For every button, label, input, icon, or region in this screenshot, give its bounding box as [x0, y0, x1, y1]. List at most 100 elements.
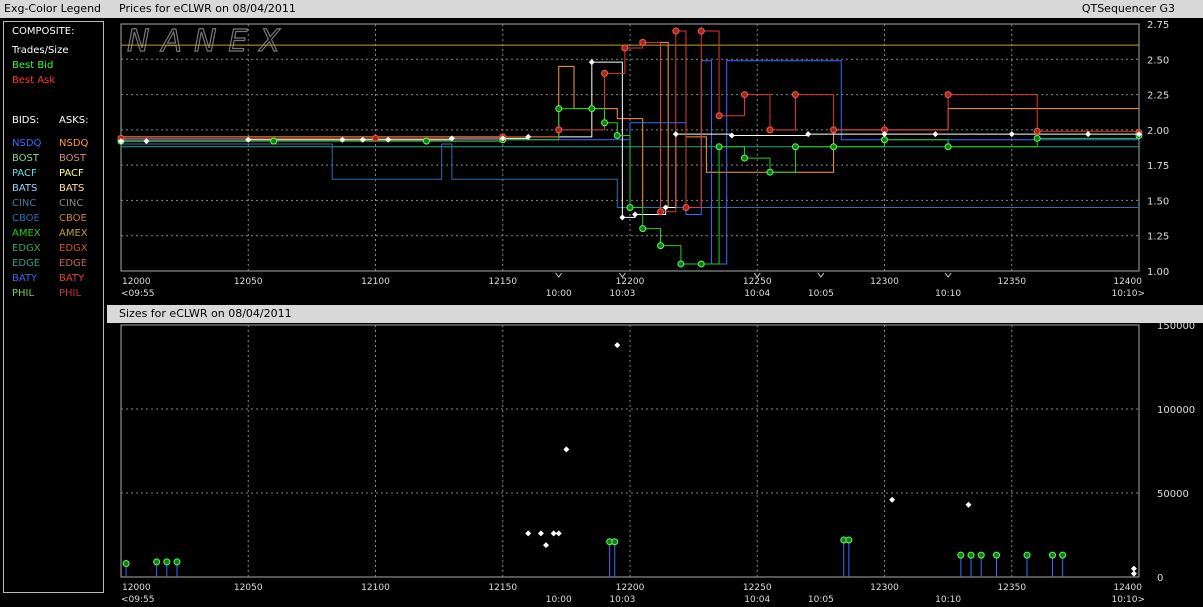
y-tick-label: 1.00	[1147, 267, 1169, 278]
best-ask-marker	[372, 134, 379, 142]
nanex-watermark: NANEX	[127, 24, 292, 59]
bid-size-marker	[122, 560, 130, 568]
composite-item: Trades/Size	[12, 45, 69, 56]
composite-label: COMPOSITE:	[12, 26, 75, 37]
best-bid-marker	[830, 143, 838, 151]
bid-size-marker	[173, 558, 181, 566]
best-bid-marker	[626, 203, 634, 211]
exchange-color-legend: Exg-Color Legend COMPOSITE: Trades/Size B…	[0, 0, 107, 607]
best-bid-marker	[881, 136, 888, 144]
x-tick-label: 12000	[122, 583, 151, 593]
bid-size-marker	[153, 558, 161, 566]
best-bid-marker	[422, 137, 430, 145]
bid-size-marker	[163, 558, 171, 566]
x-tick-label: 12100	[361, 583, 390, 593]
x-tick-label: 12200	[616, 583, 645, 593]
time-label: 10:05	[808, 595, 834, 605]
best-ask-marker	[741, 91, 749, 99]
best-ask-marker	[697, 27, 705, 35]
best-bid-marker	[588, 105, 596, 113]
time-label: <09:55	[121, 289, 154, 299]
bid-exchange-label: CINC	[12, 198, 37, 209]
best-ask-marker	[672, 27, 680, 35]
best-ask-marker	[657, 208, 665, 216]
y-tick-label: 1.75	[1147, 161, 1169, 172]
time-label: 10:10	[935, 289, 961, 299]
best-ask-marker	[555, 126, 563, 134]
best-bid-marker	[697, 260, 705, 268]
app-name: QTSequencer G3	[1081, 2, 1175, 15]
y-tick-label: 2.75	[1147, 20, 1169, 31]
ask-exchange-label: EDGX	[59, 243, 88, 254]
x-tick-label: 12050	[234, 583, 263, 593]
price-chart-header: Prices for eCLWR on 08/04/2011 QTSequenc…	[107, 0, 1203, 18]
price-x-axis: 12000 12050 12100 12150 12200 12250 12300 12350…	[121, 272, 1145, 299]
price-chart-title: Prices for eCLWR on 08/04/2011	[119, 2, 296, 15]
time-marker	[944, 272, 952, 278]
time-label: 10:00	[546, 595, 572, 605]
bid-size-marker	[845, 536, 853, 544]
ask-exchange-label: CBOE	[59, 213, 87, 224]
ask-exchange-label: BOST	[59, 153, 87, 164]
x-tick-label: 12250	[743, 277, 772, 287]
bid-exchange-label: EDGX	[12, 243, 41, 254]
time-label: 10:03	[609, 289, 635, 299]
time-label: 10:04	[744, 289, 770, 299]
x-tick-label: 12250	[743, 583, 772, 593]
ask-exchange-label: BATS	[59, 183, 85, 194]
price-y-axis: 1.00 1.25 1.50 1.75 2.00 2.25 2.50 2.75	[1147, 20, 1169, 278]
bid-size-marker	[1048, 551, 1056, 559]
y-tick-label: 50000	[1157, 489, 1189, 500]
bid-size-marker	[977, 551, 985, 559]
bid-exchange-label: BOST	[12, 153, 40, 164]
bid-exchange-label: PACF	[12, 168, 37, 179]
y-tick-label: 1.50	[1147, 196, 1169, 207]
x-tick-label: 12300	[870, 583, 899, 593]
best-bid-marker	[677, 260, 685, 268]
bid-exchange-label: BATY	[12, 273, 38, 284]
time-label: 10:10	[935, 595, 961, 605]
price-chart: NANEX 1.00 1.25 1.50 1.75 2.00 2.25 2.50 2.75 1…	[117, 20, 1169, 299]
x-tick-label: 12400	[1113, 277, 1142, 287]
bid-exchange-label: EDGE	[12, 258, 41, 269]
ask-exchange-label: CINC	[59, 198, 84, 209]
bid-size-marker	[1023, 551, 1031, 559]
x-tick-label: 12150	[488, 583, 517, 593]
x-tick-label: 12300	[870, 277, 899, 287]
best-ask-marker	[1033, 127, 1041, 135]
legend-box: COMPOSITE: Trades/Size Best Bid Best Ask B…	[3, 21, 104, 593]
bid-size-marker	[992, 551, 1000, 559]
best-bid-marker	[741, 154, 749, 162]
x-tick-label: 12050	[234, 277, 263, 287]
bid-exchange-label: PHIL	[12, 288, 35, 299]
time-label: <09:55	[121, 595, 154, 605]
best-bid-marker	[944, 143, 952, 151]
y-tick-label: 150000	[1157, 323, 1195, 332]
y-tick-label: 1.25	[1147, 232, 1169, 243]
x-tick-label: 12150	[488, 277, 517, 287]
time-label: 10:10>	[1112, 289, 1145, 299]
best-bid-marker	[270, 137, 278, 145]
y-tick-label: 2.00	[1147, 126, 1169, 137]
composite-item: Best Ask	[12, 75, 56, 86]
y-tick-label: 100000	[1157, 405, 1195, 416]
size-chart-title: Sizes for eCLWR on 08/04/2011	[119, 307, 292, 320]
size-x-axis: 12000 12050 12100 12150 12200 12250 12300 12350…	[121, 583, 1145, 605]
best-bid-marker	[555, 105, 563, 113]
ask-exchange-label: PACF	[59, 168, 84, 179]
best-ask-marker	[791, 91, 799, 99]
x-tick-label: 12000	[122, 277, 151, 287]
time-marker	[555, 272, 563, 278]
ask-exchange-label: EDGE	[59, 258, 88, 269]
bid-exchange-label: BATS	[12, 183, 38, 194]
best-bid-marker	[639, 225, 647, 233]
best-ask-marker	[766, 126, 774, 134]
ask-exchange-label: NSDQ	[59, 138, 89, 149]
x-tick-label: 12350	[997, 277, 1026, 287]
ask-exchange-label: PHIL	[59, 288, 82, 299]
composite-item: Best Bid	[12, 60, 54, 71]
time-label: 10:00	[546, 289, 572, 299]
x-tick-label: 12400	[1113, 583, 1142, 593]
legend-title: Exg-Color Legend	[0, 0, 107, 18]
bid-exchange-label: CBOE	[12, 213, 40, 224]
